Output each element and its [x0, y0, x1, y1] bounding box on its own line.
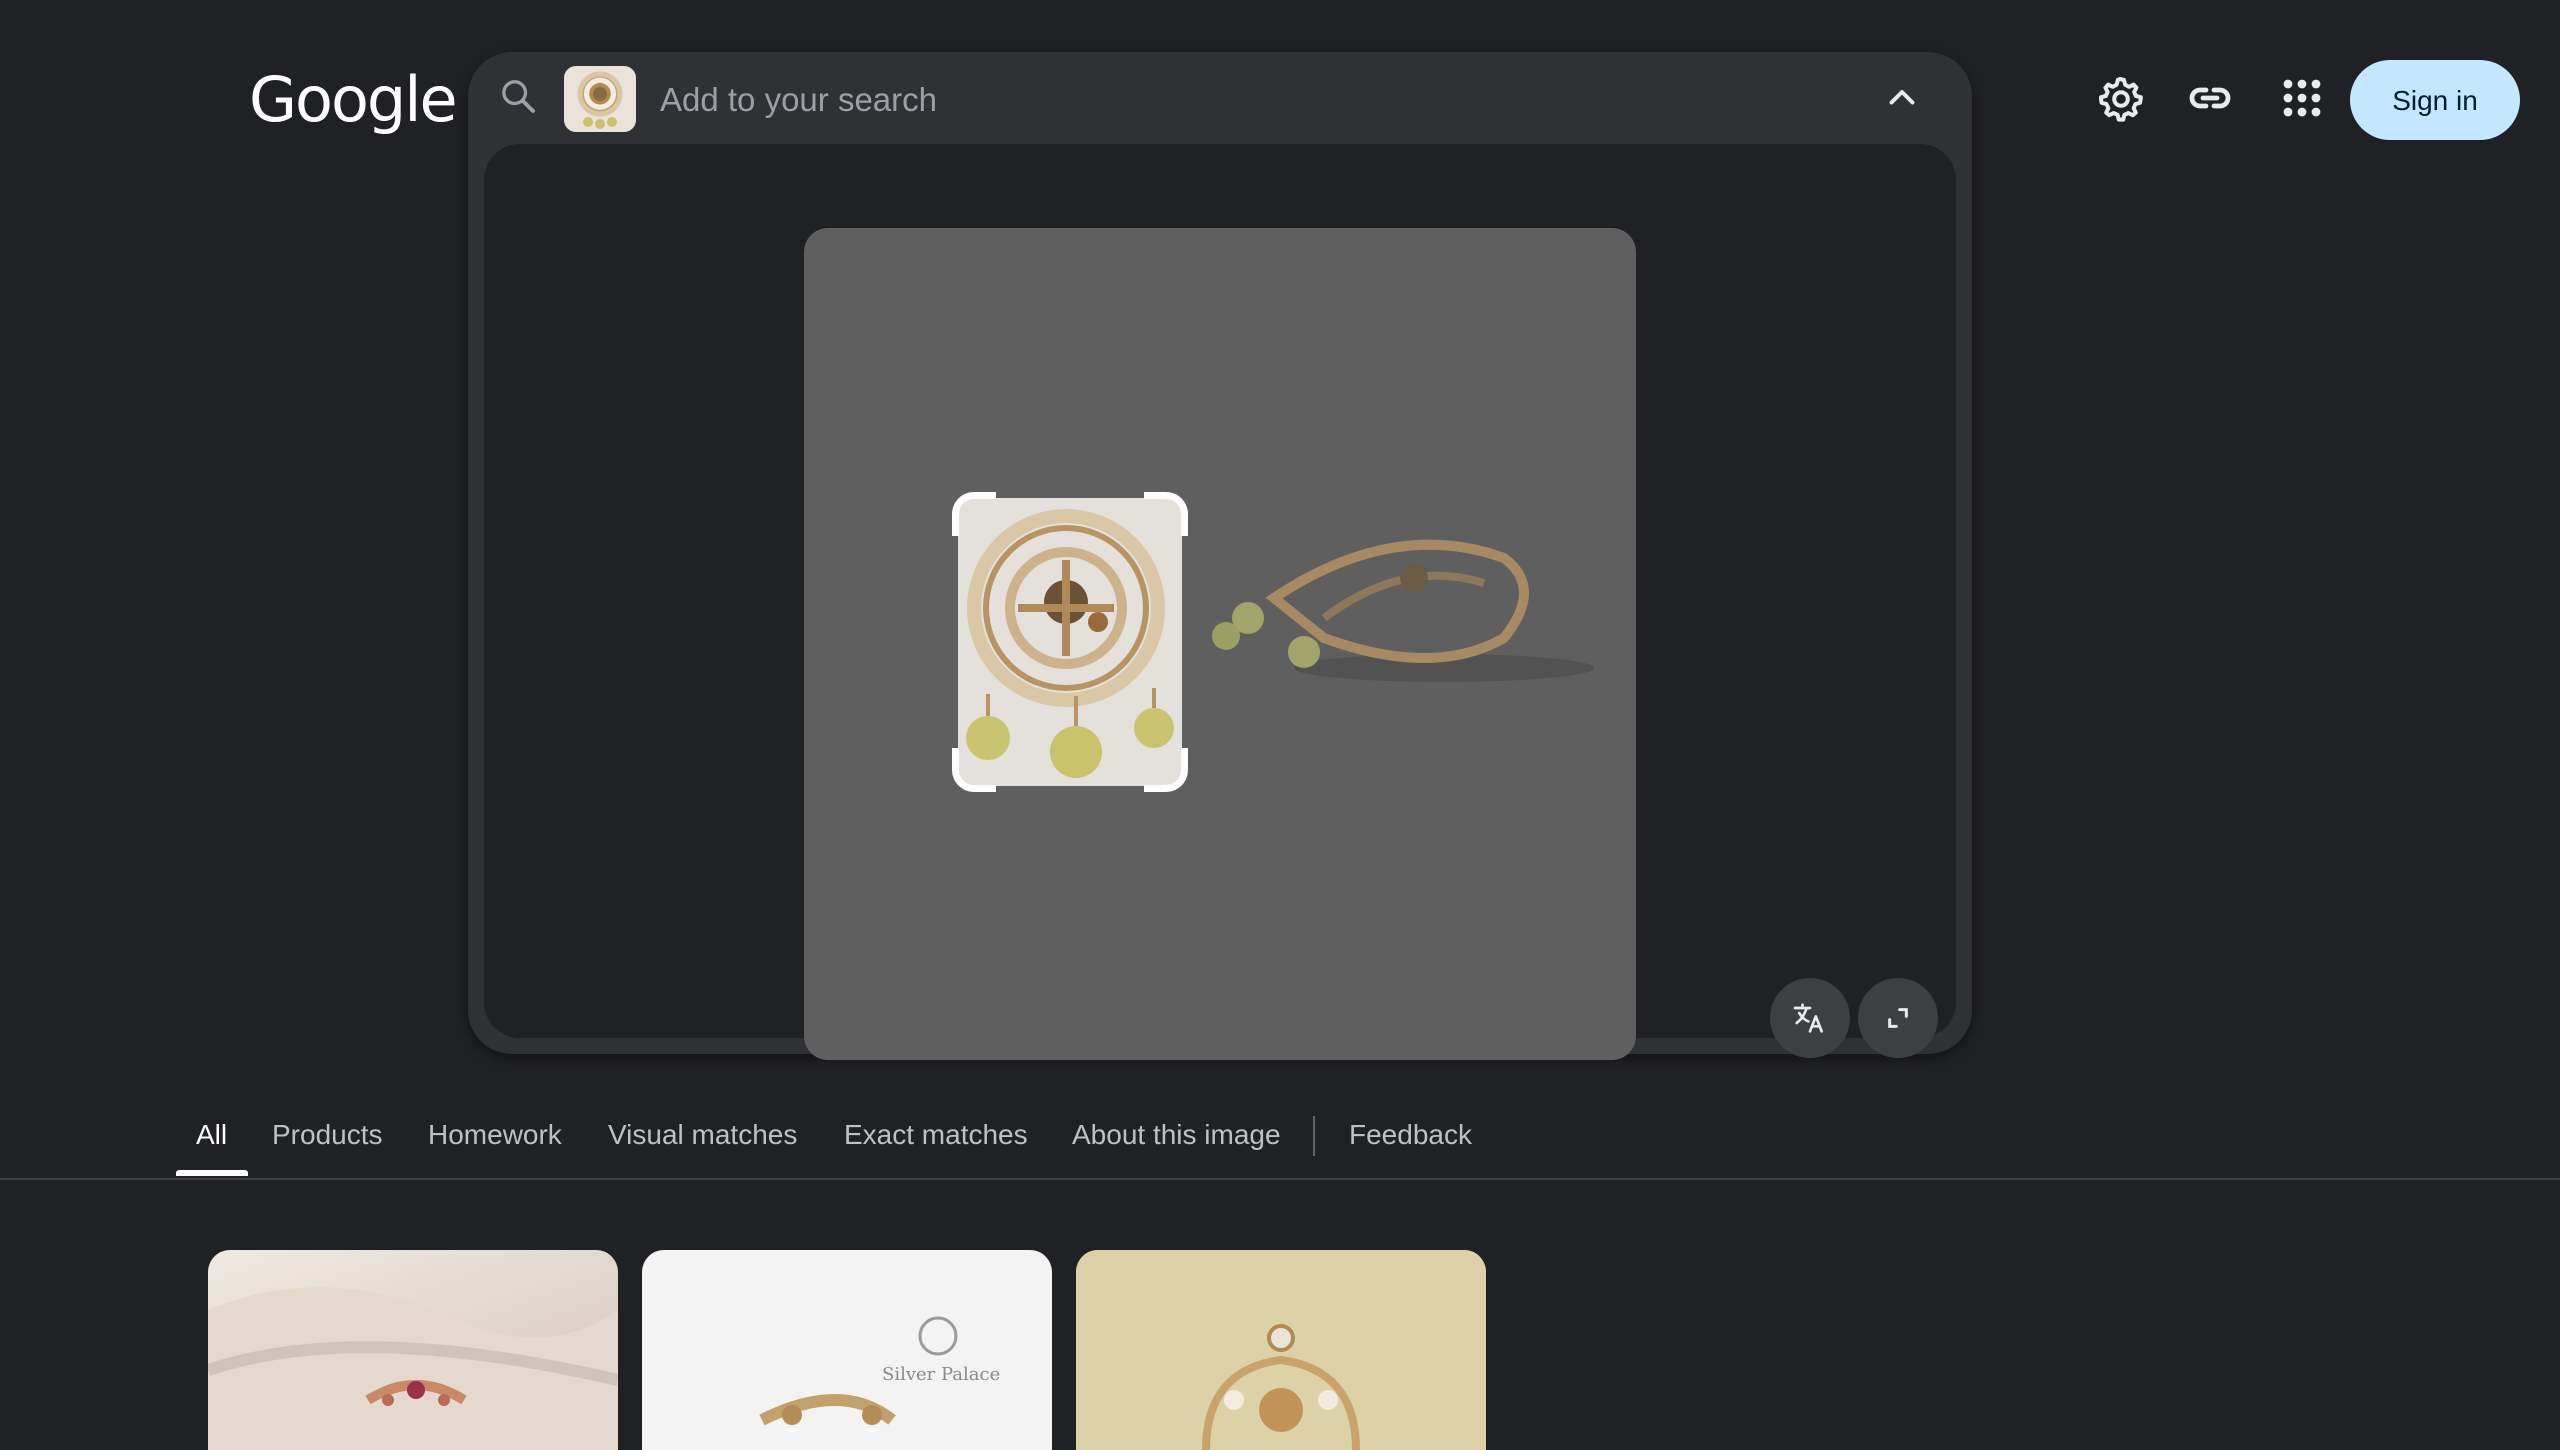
crop-selection[interactable] [952, 492, 1188, 792]
fullscreen-icon [1888, 1008, 1908, 1028]
translate-button[interactable] [1770, 978, 1850, 1058]
jewel-side-image [1212, 539, 1594, 682]
image-stage [484, 144, 1956, 1060]
tabs-divider-line [0, 1178, 2560, 1180]
result-card[interactable]: Silver Palace [642, 1250, 1052, 1450]
selected-jewel-image [958, 498, 1182, 786]
tab-all[interactable]: All [196, 1098, 227, 1172]
apps-icon[interactable] [2278, 74, 2326, 122]
result-card[interactable] [1076, 1250, 1486, 1450]
watermark-text: Silver Palace [882, 1364, 1000, 1385]
translate-icon [1793, 1003, 1823, 1033]
tab-divider [1313, 1116, 1315, 1156]
link-icon[interactable] [2186, 74, 2234, 122]
crop-handle-bottom-right[interactable] [1144, 748, 1188, 792]
tab-about-this-image[interactable]: About this image [1072, 1098, 1281, 1172]
tab-visual-matches[interactable]: Visual matches [608, 1098, 797, 1172]
search-panel: Add to your search [468, 52, 1972, 1060]
fullscreen-button[interactable] [1858, 978, 1938, 1058]
tab-products[interactable]: Products [272, 1098, 383, 1172]
chevron-up-icon[interactable] [1884, 80, 1920, 116]
tab-homework[interactable]: Homework [428, 1098, 562, 1172]
settings-icon[interactable] [2096, 74, 2144, 122]
active-tab-indicator [176, 1170, 248, 1176]
result-card[interactable] [208, 1250, 618, 1450]
google-logo[interactable]: Google [249, 64, 458, 136]
search-input[interactable]: Add to your search [660, 78, 937, 122]
crop-handle-bottom-left[interactable] [952, 748, 996, 792]
search-bar[interactable]: Add to your search [468, 52, 1972, 144]
crop-handle-top-right[interactable] [1144, 492, 1188, 536]
sign-in-button[interactable]: Sign in [2350, 60, 2520, 140]
tab-feedback[interactable]: Feedback [1349, 1098, 1472, 1172]
search-icon[interactable] [498, 76, 538, 116]
uploaded-image[interactable] [804, 228, 1636, 1060]
crop-handle-top-left[interactable] [952, 492, 996, 536]
search-image-thumbnail[interactable] [564, 66, 636, 132]
tab-exact-matches[interactable]: Exact matches [844, 1098, 1028, 1172]
